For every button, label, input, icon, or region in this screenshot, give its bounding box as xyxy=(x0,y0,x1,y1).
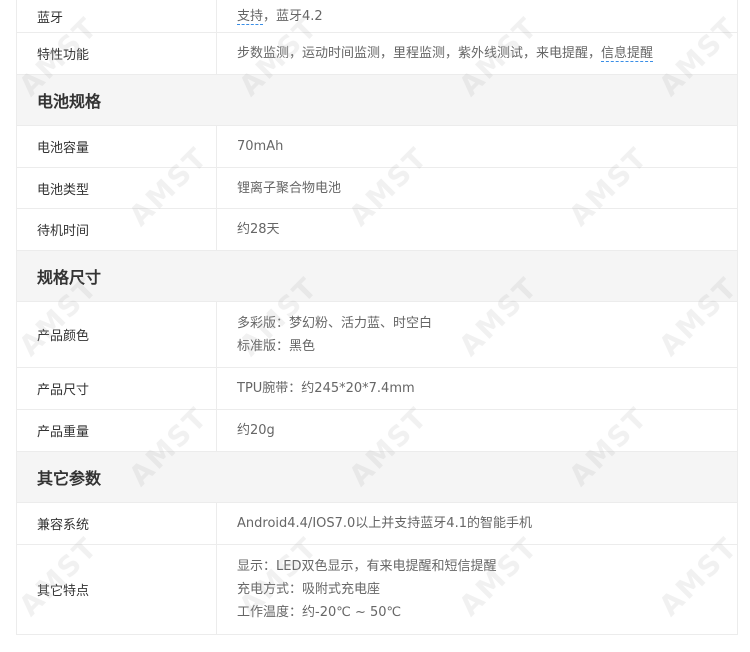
bluetooth-version-text: ，蓝牙4.2 xyxy=(263,8,323,24)
spec-value-line: 约20g xyxy=(237,423,275,438)
spec-row-color: 产品颜色 多彩版：梦幻粉、活力蓝、时空白 标准版：黑色 xyxy=(17,302,737,368)
spec-row-features: 特性功能 步数监测，运动时间监测，里程监测，紫外线测试，来电提醒，信息提醒 xyxy=(17,33,737,75)
message-reminder-link[interactable]: 信息提醒 xyxy=(601,46,654,62)
spec-value-line: TPU腕带：约245*20*7.4mm xyxy=(237,381,415,396)
spec-value: 支持，蓝牙4.2 xyxy=(217,0,737,32)
spec-row-battery-type: 电池类型 锂离子聚合物电池 xyxy=(17,168,737,209)
spec-value: 显示：LED双色显示，有来电提醒和短信提醒 充电方式：吸附式充电座 工作温度：约… xyxy=(217,545,737,634)
spec-value: 70mAh xyxy=(217,126,737,167)
spec-row-standby: 待机时间 约28天 xyxy=(17,209,737,251)
spec-value-line: 工作温度：约-20℃ ~ 50℃ xyxy=(237,605,402,620)
spec-row-size: 产品尺寸 TPU腕带：约245*20*7.4mm xyxy=(17,368,737,410)
spec-row-weight: 产品重量 约20g xyxy=(17,410,737,452)
bluetooth-support-link[interactable]: 支持 xyxy=(237,8,264,25)
spec-label: 待机时间 xyxy=(17,209,217,250)
spec-row-battery-capacity: 电池容量 70mAh xyxy=(17,126,737,168)
spec-value: 锂离子聚合物电池 xyxy=(217,168,737,208)
spec-table: 蓝牙 支持，蓝牙4.2 特性功能 步数监测，运动时间监测，里程监测，紫外线测试，… xyxy=(16,0,738,635)
spec-value: 多彩版：梦幻粉、活力蓝、时空白 标准版：黑色 xyxy=(217,302,737,367)
spec-value-line: 锂离子聚合物电池 xyxy=(237,180,342,196)
spec-label: 蓝牙 xyxy=(17,0,217,32)
spec-value-line: 约28天 xyxy=(237,222,280,237)
spec-label: 产品颜色 xyxy=(17,302,217,367)
spec-label: 兼容系统 xyxy=(17,503,217,544)
spec-label: 特性功能 xyxy=(17,33,217,74)
spec-value-line: 显示：LED双色显示，有来电提醒和短信提醒 xyxy=(237,559,497,574)
spec-label: 电池容量 xyxy=(17,126,217,167)
spec-label: 产品尺寸 xyxy=(17,368,217,409)
spec-value-line: 标准版：黑色 xyxy=(237,338,316,354)
spec-value-line: Android4.4/IOS7.0以上并支持蓝牙4.1的智能手机 xyxy=(237,516,532,531)
spec-value: Android4.4/IOS7.0以上并支持蓝牙4.1的智能手机 xyxy=(217,503,737,544)
spec-value: 步数监测，运动时间监测，里程监测，紫外线测试，来电提醒，信息提醒 xyxy=(217,33,737,74)
spec-label: 其它特点 xyxy=(17,545,217,634)
spec-value: 约20g xyxy=(217,410,737,451)
spec-value-line: 多彩版：梦幻粉、活力蓝、时空白 xyxy=(237,315,433,331)
section-title-battery: 电池规格 xyxy=(17,75,737,126)
spec-value-line: 充电方式：吸附式充电座 xyxy=(237,582,381,597)
section-title-other: 其它参数 xyxy=(17,452,737,503)
spec-value-line: 70mAh xyxy=(237,139,284,154)
section-title-dimensions: 规格尺寸 xyxy=(17,251,737,302)
spec-value: 约28天 xyxy=(217,209,737,250)
features-text: 步数监测，运动时间监测，里程监测，紫外线测试，来电提醒， xyxy=(237,46,602,61)
spec-row-compat: 兼容系统 Android4.4/IOS7.0以上并支持蓝牙4.1的智能手机 xyxy=(17,503,737,545)
spec-value: TPU腕带：约245*20*7.4mm xyxy=(217,368,737,409)
spec-row-bluetooth: 蓝牙 支持，蓝牙4.2 xyxy=(17,0,737,33)
spec-row-other-features: 其它特点 显示：LED双色显示，有来电提醒和短信提醒 充电方式：吸附式充电座 工… xyxy=(17,545,737,635)
spec-label: 电池类型 xyxy=(17,168,217,208)
spec-label: 产品重量 xyxy=(17,410,217,451)
